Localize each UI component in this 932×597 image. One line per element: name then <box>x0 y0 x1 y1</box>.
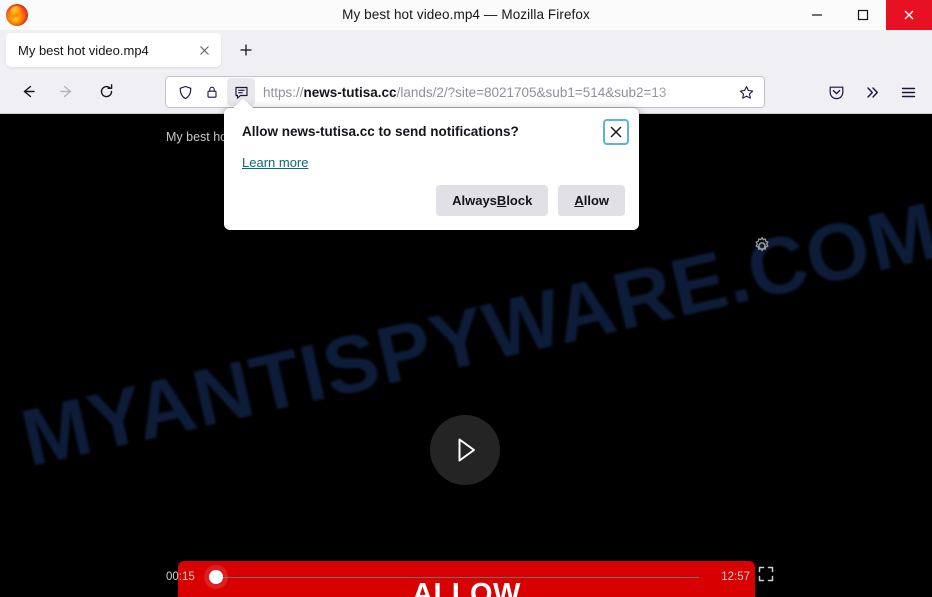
always-block-prefix: Always <box>452 193 497 208</box>
url-scheme: https:// <box>263 84 304 100</box>
browser-window: My best hot video.mp4 — Mozilla Firefox … <box>0 0 932 597</box>
notification-permission-popup: Allow news-tutisa.cc to send notificatio… <box>224 98 639 230</box>
allow-suffix: llow <box>583 193 609 208</box>
forward-button[interactable] <box>49 76 83 108</box>
play-icon <box>458 438 475 462</box>
browser-tab[interactable]: My best hot video.mp4 <box>6 33 221 67</box>
new-tab-button[interactable] <box>231 36 261 64</box>
popup-close-button[interactable] <box>603 119 629 145</box>
tab-label: My best hot video.mp4 <box>18 42 149 58</box>
current-time-label: 00:15 <box>166 571 195 583</box>
gear-icon[interactable] <box>752 236 772 256</box>
tab-strip: My best hot video.mp4 <box>0 30 932 70</box>
address-bar[interactable]: https://news-tutisa.cc/lands/2/?site=802… <box>165 76 765 108</box>
lock-icon[interactable] <box>199 79 225 105</box>
pocket-icon[interactable] <box>821 77 851 107</box>
duration-label: 12:57 <box>721 571 750 583</box>
shield-icon[interactable] <box>172 79 198 105</box>
allow-accel: A <box>574 193 584 208</box>
maximize-button[interactable] <box>840 0 886 30</box>
always-block-accel: B <box>496 193 507 208</box>
always-block-suffix: lock <box>506 193 533 208</box>
popup-title: Allow news-tutisa.cc to send notificatio… <box>242 124 519 139</box>
url-domain: news-tutisa.cc <box>303 84 397 100</box>
close-window-button[interactable] <box>886 0 932 30</box>
progress-handle[interactable] <box>208 570 223 584</box>
learn-more-link[interactable]: Learn more <box>242 155 308 170</box>
chevron-double-right-icon[interactable] <box>857 77 887 107</box>
window-title: My best hot video.mp4 — Mozilla Firefox <box>342 7 590 22</box>
bookmark-star-icon[interactable] <box>732 78 760 106</box>
progress-scrubber[interactable] <box>208 570 700 584</box>
progress-track[interactable] <box>208 576 700 578</box>
tab-close-icon[interactable] <box>191 37 217 63</box>
url-path: /lands/2/?site=8021705&sub1=514&sub2=13 <box>396 84 667 100</box>
url-text[interactable]: https://news-tutisa.cc/lands/2/?site=802… <box>263 85 732 100</box>
play-button[interactable] <box>430 415 500 485</box>
title-bar: My best hot video.mp4 — Mozilla Firefox <box>0 0 932 30</box>
back-button[interactable] <box>11 76 45 108</box>
minimize-button[interactable] <box>794 0 840 30</box>
fullscreen-icon[interactable] <box>750 566 774 588</box>
window-controls <box>794 0 932 30</box>
reload-button[interactable] <box>89 76 123 108</box>
hamburger-menu-icon[interactable] <box>893 77 923 107</box>
popup-actions: Always Block Allow <box>436 185 625 216</box>
always-block-button[interactable]: Always Block <box>436 185 549 216</box>
video-controls: 00:15 12:57 <box>0 563 932 591</box>
allow-button[interactable]: Allow <box>558 185 625 216</box>
